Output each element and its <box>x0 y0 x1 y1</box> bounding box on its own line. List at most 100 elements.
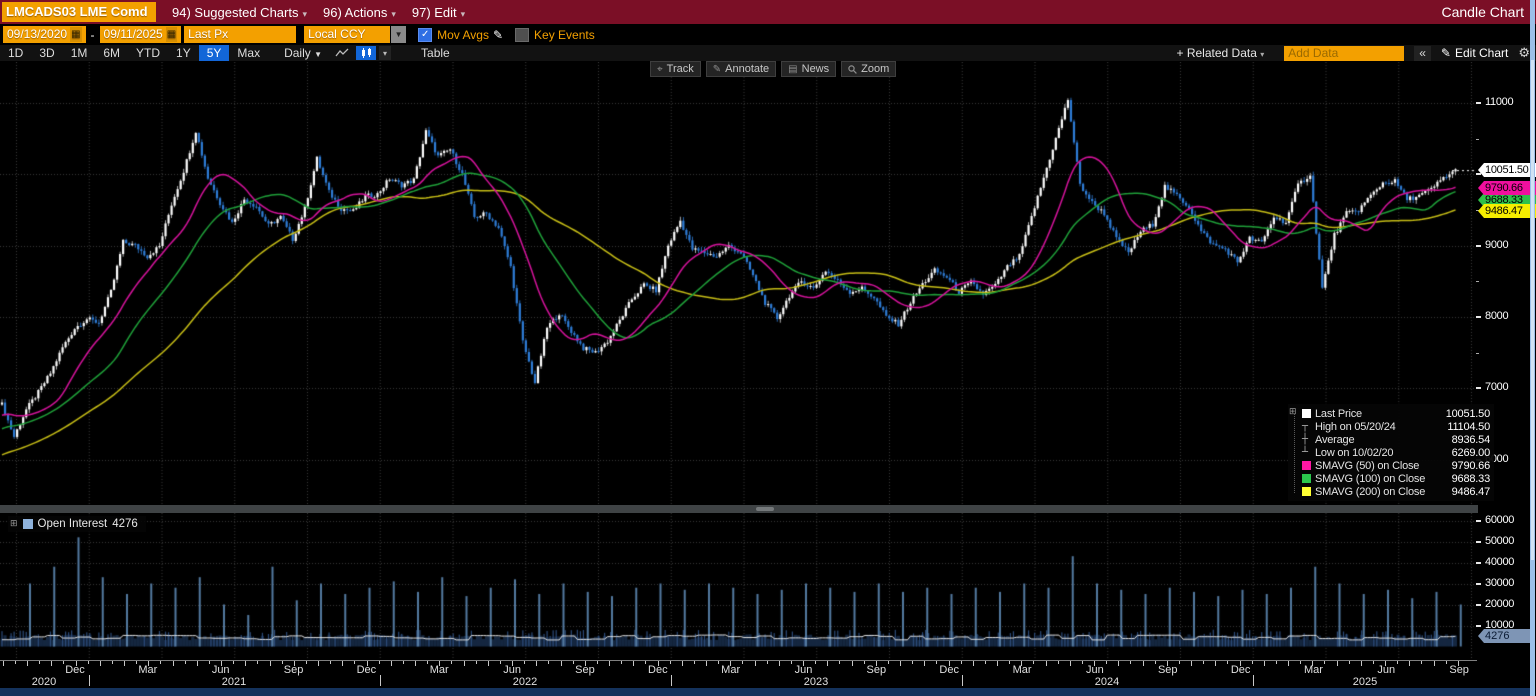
axis-tick <box>1476 245 1481 247</box>
range-tab-3d[interactable]: 3D <box>31 45 62 61</box>
settings-gear-icon[interactable]: ⚙ <box>1518 46 1530 61</box>
open-interest-canvas[interactable] <box>0 513 1478 660</box>
axis-tick <box>112 661 113 664</box>
axis-tick <box>354 661 355 664</box>
axis-tick <box>755 661 756 666</box>
axis-tick <box>839 661 840 664</box>
axis-tick: 2023 <box>804 676 828 688</box>
axis-tick <box>609 661 610 666</box>
axis-tick <box>488 661 489 666</box>
axis-tick <box>962 675 963 686</box>
line-chart-icon-button[interactable] <box>332 46 352 60</box>
oi-expand-icon[interactable]: ⊞ <box>10 519 18 529</box>
axis-tick: 2020 <box>32 676 56 688</box>
axis-tick: 2025 <box>1353 676 1377 688</box>
range-tab-5y[interactable]: 5Y <box>199 45 230 61</box>
legend-row-average[interactable]: ┼ Average 8936.54 <box>1302 433 1490 446</box>
edit-chart-button[interactable]: ✎Edit Chart <box>1441 46 1508 60</box>
axis-tick <box>306 661 307 664</box>
range-tab-1d[interactable]: 1D <box>0 45 31 61</box>
axis-tick <box>1203 661 1204 664</box>
axis-tick <box>403 661 404 664</box>
axis-tick <box>88 661 89 664</box>
axis-tick: Dec <box>1231 664 1251 676</box>
axis-tick <box>1009 661 1010 664</box>
axis-tick <box>961 661 962 664</box>
magnifier-icon <box>848 65 857 74</box>
legend-row-last-price[interactable]: Last Price 10051.50 <box>1302 407 1490 420</box>
axis-tick <box>888 661 889 664</box>
axis-tick: Jun <box>212 664 230 676</box>
related-data-button[interactable]: + Related Data ▾ <box>1170 46 1270 60</box>
axis-tick-label: 20000 <box>1485 598 1514 610</box>
date-from-field[interactable]: 09/13/2020▦ <box>3 26 86 43</box>
menu-suggested-charts[interactable]: 94) Suggested Charts▾ <box>172 5 307 20</box>
candle-chart-icon-button[interactable] <box>356 46 376 60</box>
range-tab-ytd[interactable]: YTD <box>128 45 168 61</box>
price-chart-canvas[interactable] <box>0 62 1478 505</box>
legend-row-low[interactable]: ┴ Low on 10/02/20 6269.00 <box>1302 446 1490 459</box>
chart-style-dropdown[interactable]: ▾ <box>379 46 391 60</box>
price-source-field[interactable]: Last Px <box>184 26 296 43</box>
axis-tick <box>1476 583 1481 585</box>
range-tab-max[interactable]: Max <box>229 45 268 61</box>
zoom-button[interactable]: Zoom <box>841 61 896 77</box>
axis-tick <box>173 661 174 666</box>
currency-field[interactable]: Local CCY <box>304 26 390 43</box>
pencil-icon[interactable]: ✎ <box>493 28 503 42</box>
axis-tick <box>380 675 381 686</box>
axis-tick <box>1476 387 1481 389</box>
divider-handle-icon[interactable] <box>756 507 774 511</box>
smavg50-swatch-icon <box>1302 461 1311 470</box>
legend-row-smavg50[interactable]: SMAVG (50) on Close 9790.66 <box>1302 459 1490 472</box>
news-button[interactable]: ▤News <box>781 61 836 77</box>
legend-row-smavg200[interactable]: SMAVG (200) on Close 9486.47 <box>1302 485 1490 498</box>
add-data-input[interactable] <box>1284 46 1404 61</box>
axis-tick <box>912 661 913 664</box>
range-tab-1m[interactable]: 1M <box>63 45 96 61</box>
track-button[interactable]: ⌖Track <box>650 61 701 77</box>
axis-tick <box>548 661 549 664</box>
axis-tick <box>1276 661 1277 664</box>
panel-divider[interactable] <box>0 505 1478 513</box>
axis-tick <box>671 675 672 686</box>
chevron-down-icon: ▾ <box>391 9 396 19</box>
range-tab-1y[interactable]: 1Y <box>168 45 199 61</box>
axis-tick <box>1046 661 1047 666</box>
collapse-panel-button[interactable]: « <box>1414 46 1431 61</box>
range-tab-6m[interactable]: 6M <box>95 45 128 61</box>
calendar-icon[interactable]: ▦ <box>166 27 177 42</box>
legend-row-smavg100[interactable]: SMAVG (100) on Close 9688.33 <box>1302 472 1490 485</box>
axis-tick <box>160 661 161 664</box>
chevron-down-icon: ▾ <box>461 9 466 19</box>
annotate-button[interactable]: ✎Annotate <box>706 61 776 77</box>
table-button[interactable]: Table <box>413 46 458 60</box>
date-to-field[interactable]: 09/11/2025▦ <box>100 26 182 43</box>
axis-tick <box>1215 661 1216 666</box>
currency-dropdown-button[interactable]: ▼ <box>391 26 406 43</box>
key-events-checkbox[interactable] <box>515 28 529 42</box>
menu-actions[interactable]: 96) Actions▾ <box>323 5 396 20</box>
annotate-pencil-icon: ✎ <box>713 64 721 75</box>
mov-avgs-checkbox[interactable]: ✓ <box>418 28 432 42</box>
candle-chart-icon <box>360 48 372 58</box>
axis-tick: Jun <box>1377 664 1395 676</box>
open-interest-legend[interactable]: ⊞ Open Interest 4276 <box>8 516 146 532</box>
axis-tick <box>1476 281 1479 282</box>
axis-tick <box>1106 661 1107 664</box>
axis-tick <box>1476 316 1481 318</box>
axis-tick <box>124 661 125 666</box>
scrollbar-thumb[interactable] <box>1531 60 1534 560</box>
security-ticker-field[interactable]: LMCADS03 LME Comd <box>2 2 156 22</box>
legend-row-high[interactable]: ┬ High on 05/20/24 11104.50 <box>1302 420 1490 433</box>
chart-settings-bar: 09/13/2020▦ - 09/11/2025▦ Last Px Local … <box>0 24 1536 45</box>
period-dropdown[interactable]: Daily ▼ <box>278 46 328 60</box>
calendar-icon[interactable]: ▦ <box>70 27 81 42</box>
check-icon: ✓ <box>421 29 429 40</box>
window-scrollbar[interactable] <box>1530 0 1535 696</box>
menu-edit[interactable]: 97) Edit▾ <box>412 5 465 20</box>
low-marker-icon: ┴ <box>1302 447 1308 458</box>
open-interest-label: Open Interest <box>38 518 108 530</box>
legend-expand-icon[interactable]: ⊞ <box>1289 407 1296 417</box>
axis-tick <box>852 661 853 666</box>
